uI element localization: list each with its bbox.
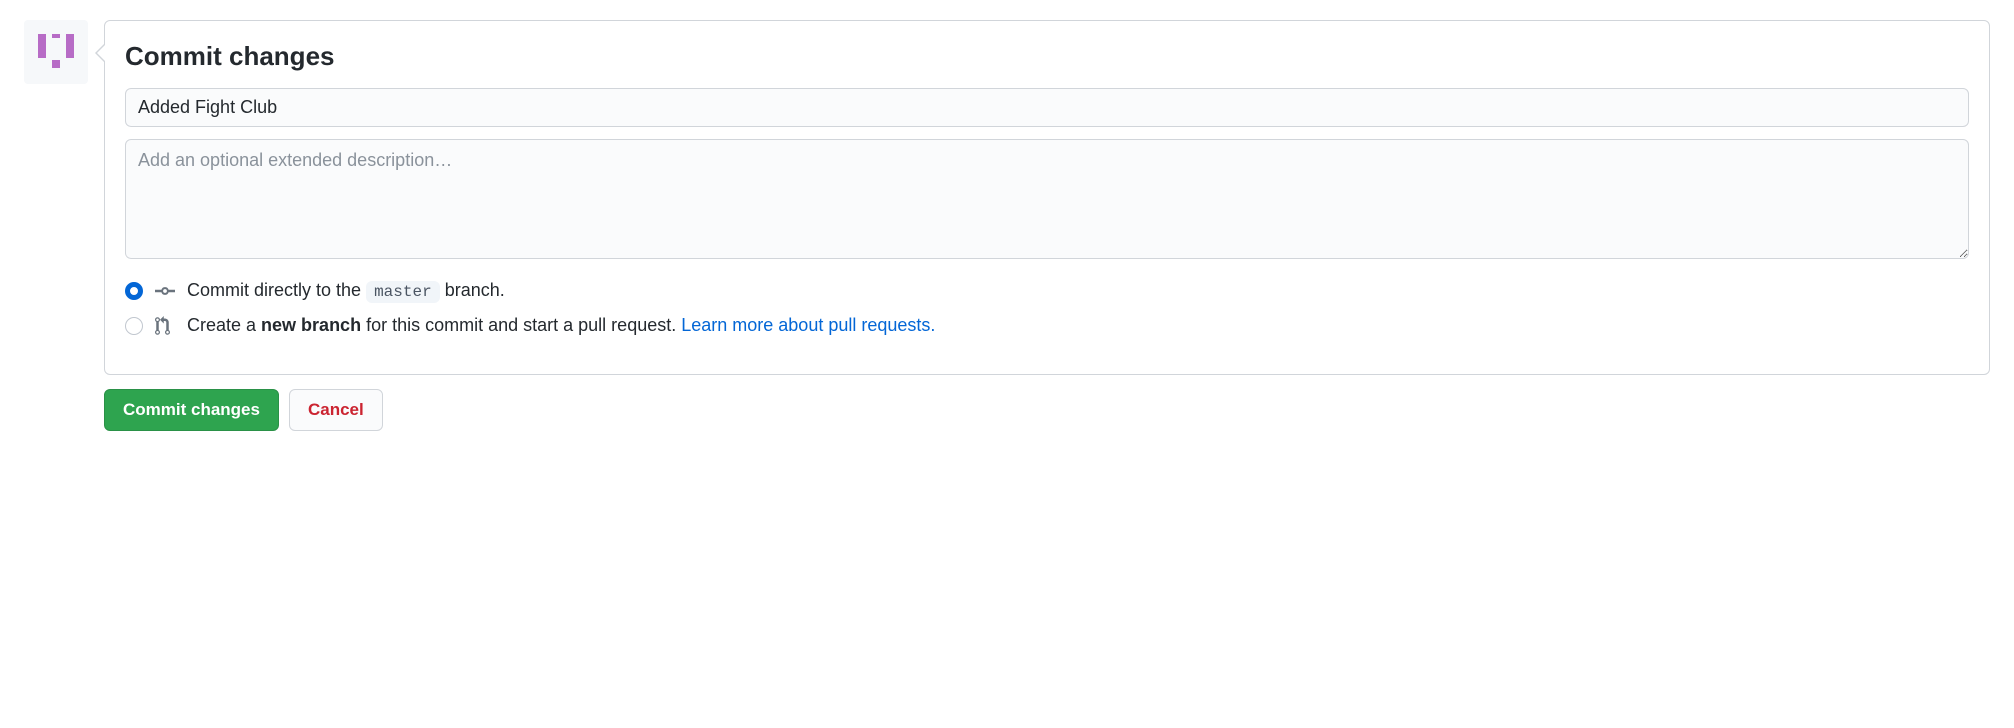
commit-summary-input[interactable] <box>125 88 1969 127</box>
git-commit-icon <box>155 281 175 301</box>
git-pull-request-icon <box>155 316 175 336</box>
branch-chip: master <box>366 281 440 303</box>
radio-checked-icon[interactable] <box>125 282 143 300</box>
commit-direct-label: Commit directly to the master branch. <box>187 280 505 301</box>
learn-more-link[interactable]: Learn more about pull requests. <box>681 315 935 335</box>
commit-direct-option[interactable]: Commit directly to the master branch. <box>125 280 1969 301</box>
commit-actions: Commit changes Cancel <box>104 389 1990 431</box>
radio-unchecked-icon[interactable] <box>125 317 143 335</box>
commit-panel: Commit changes Commit directly to the ma… <box>104 20 1990 375</box>
avatar <box>24 20 88 84</box>
commit-description-input[interactable] <box>125 139 1969 259</box>
identicon-icon <box>32 28 80 76</box>
commit-button[interactable]: Commit changes <box>104 389 279 431</box>
commit-newbranch-option[interactable]: Create a new branch for this commit and … <box>125 315 1969 336</box>
commit-heading: Commit changes <box>125 41 1969 72</box>
commit-newbranch-label: Create a new branch for this commit and … <box>187 315 935 336</box>
cancel-button[interactable]: Cancel <box>289 389 383 431</box>
